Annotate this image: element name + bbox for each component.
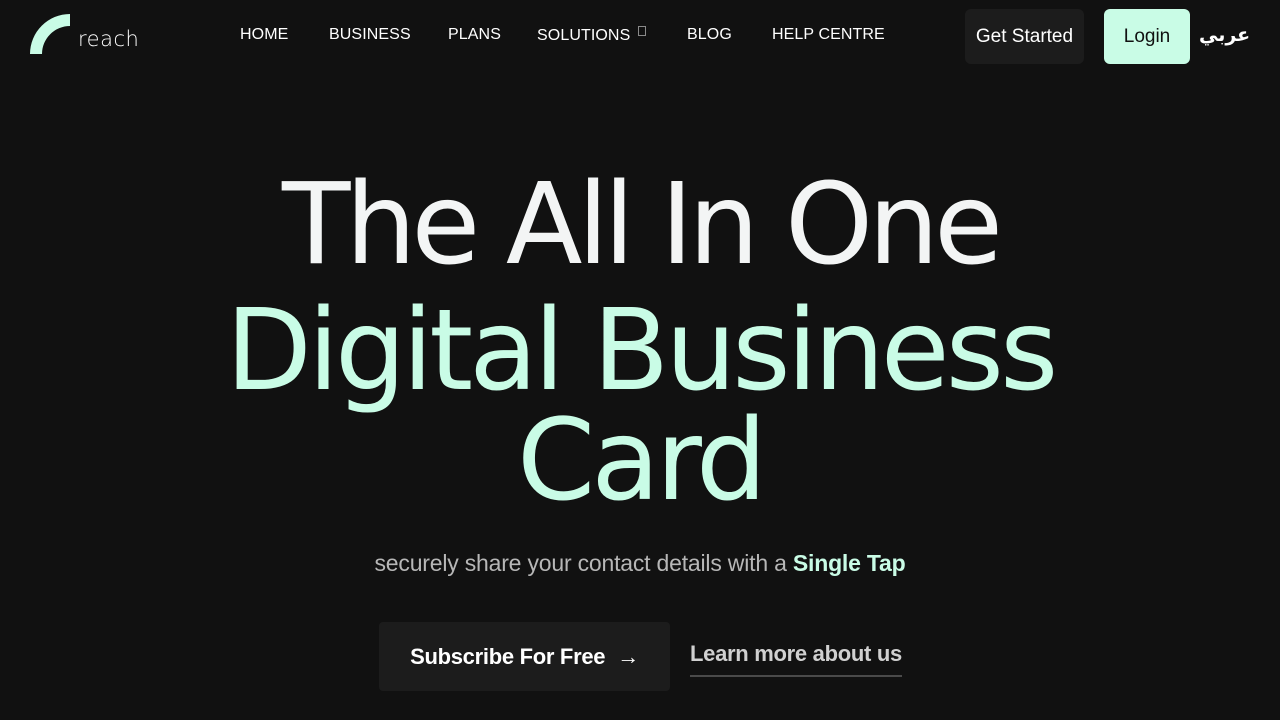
subscribe-button[interactable]: Subscribe For Free → [379,622,670,691]
nav-item-solutions-label: SOLUTIONS [537,27,631,44]
reach-logo-icon [30,14,70,54]
subscribe-button-label: Subscribe For Free [410,643,606,669]
nav-item-business[interactable]: BUSINESS [329,26,411,44]
chevron-down-icon [638,26,647,36]
nav-item-blog[interactable]: BLOG [687,26,732,44]
hero-subtitle-accent: Single Tap [792,550,906,576]
nav-item-help-centre[interactable]: HELP CENTRE [772,26,885,44]
arrow-right-icon: → [617,643,639,669]
hero-subtitle: securely share your contact details with… [0,550,1280,577]
brand-name: reach [78,27,140,51]
language-switch-link[interactable]: عربي [1199,24,1250,46]
login-button[interactable]: Login [1104,9,1190,64]
brand-logo[interactable]: reach [30,14,139,54]
hero-line-1: The All In One [281,160,1003,290]
nav-item-plans[interactable]: PLANS [448,26,501,44]
nav-item-home[interactable]: HOME [240,26,288,44]
get-started-button[interactable]: Get Started [965,9,1084,64]
learn-more-link[interactable]: Learn more about us [690,641,902,677]
site-header: reach HOME BUSINESS PLANS SOLUTIONS BLOG… [0,0,1280,72]
nav-item-solutions[interactable]: SOLUTIONS [537,26,647,45]
hero-subtitle-text: securely share your contact details with… [374,550,793,576]
hero-line-2a: Digital Business [225,286,1059,416]
hero-line-2: Digital Business Card [0,286,1280,526]
hero-line-2b: Card [516,396,767,526]
